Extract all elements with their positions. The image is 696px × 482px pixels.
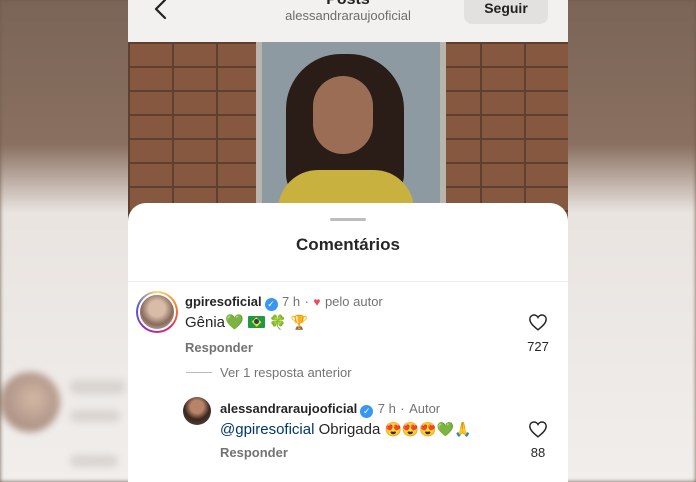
reply-button[interactable]: Responder <box>220 445 288 460</box>
comment-text: Gênia💚 🍀 🏆 <box>185 314 309 331</box>
heart-icon: ♥ <box>313 295 321 309</box>
clover-icon: 🍀 <box>269 314 287 330</box>
reply-button[interactable]: Responder <box>185 340 253 355</box>
follow-button[interactable]: Seguir <box>464 0 548 24</box>
brazil-flag-icon <box>247 316 265 328</box>
reply-text: @gpiresoficial Obrigada 😍😍😍💚🙏 <box>220 421 472 438</box>
blurred-line <box>70 410 120 422</box>
sheet-title: Comentários <box>296 235 400 254</box>
comment-time: 7 h <box>282 294 301 309</box>
comments-sheet: Comentários gpiresoficial ✓ 7 h · ♥ pelo … <box>128 203 568 482</box>
comment-username[interactable]: gpiresoficial <box>185 294 262 309</box>
blurred-line <box>70 380 125 394</box>
reply-username[interactable]: alessandraraujooficial <box>220 401 357 416</box>
author-badge: Autor <box>409 401 441 416</box>
reply-emojis: 😍😍😍💚🙏 <box>384 421 472 437</box>
like-count: 88 <box>530 445 546 460</box>
like-heart-icon[interactable] <box>528 313 548 331</box>
trophy-icon: 🏆 <box>290 314 309 330</box>
phone-screen: Posts alessandraraujooficial Seguir Come… <box>128 0 568 482</box>
person-face <box>313 76 373 154</box>
mention-link[interactable]: @gpiresoficial <box>220 421 314 438</box>
reply-time: 7 h <box>377 401 396 416</box>
post-photo[interactable] <box>128 42 568 222</box>
dash-line <box>186 372 212 373</box>
like-heart-icon[interactable] <box>528 420 548 438</box>
blurred-avatar <box>0 372 60 432</box>
verified-icon: ✓ <box>264 298 278 311</box>
like-count: 727 <box>527 339 549 354</box>
view-replies-link[interactable]: Ver 1 resposta anterior <box>186 365 352 380</box>
drag-handle[interactable] <box>330 218 366 221</box>
verified-icon: ✓ <box>360 405 374 418</box>
blurred-line <box>70 455 118 467</box>
reply-avatar[interactable] <box>183 397 211 425</box>
reply-header: alessandraraujooficial ✓ 7 h · Autor <box>220 401 441 418</box>
avatar[interactable] <box>136 291 178 333</box>
divider <box>128 281 568 282</box>
top-bar: Posts alessandraraujooficial Seguir <box>128 0 568 42</box>
green-heart-icon: 💚 <box>225 314 244 331</box>
liked-by-author: pelo autor <box>324 294 383 309</box>
comment-header: gpiresoficial ✓ 7 h · ♥ pelo autor <box>185 294 383 311</box>
